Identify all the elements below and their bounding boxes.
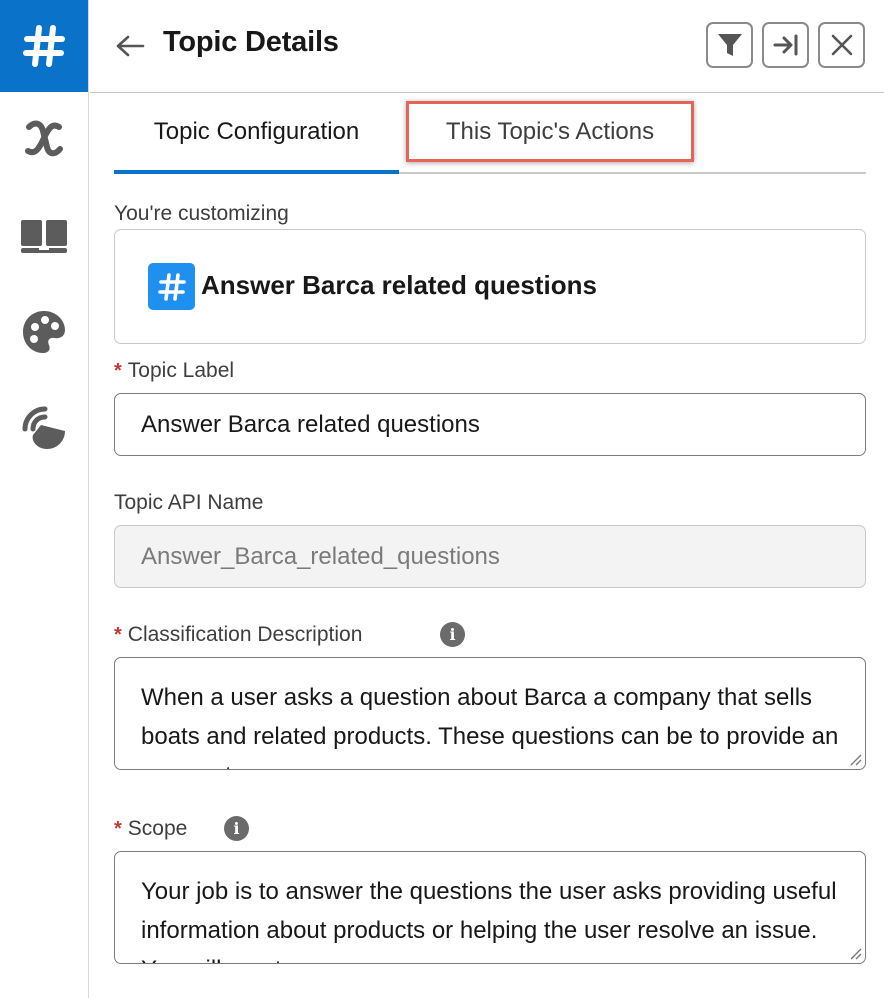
palette-icon — [23, 311, 65, 353]
classification-label-text: Classification Description — [127, 623, 363, 646]
left-rail — [0, 0, 89, 998]
classification-textarea[interactable]: When a user asks a question about Barca … — [114, 657, 866, 770]
scope-info-icon[interactable]: i — [224, 816, 249, 841]
topic-badge — [148, 263, 195, 310]
rail-variables-button[interactable] — [0, 92, 88, 184]
filter-icon — [717, 34, 742, 56]
rail-appearance-button[interactable] — [0, 286, 88, 378]
book-icon — [21, 220, 67, 253]
topic-label-label: * Topic Label — [114, 359, 234, 383]
tab-topic-configuration[interactable]: Topic Configuration — [114, 93, 399, 174]
panel-header: Topic Details — [90, 0, 884, 93]
api-name-label: Topic API Name — [114, 491, 264, 514]
close-icon — [831, 34, 852, 56]
rail-topics-button[interactable] — [0, 0, 88, 92]
topic-name: Answer Barca related questions — [201, 270, 597, 300]
panel-title: Topic Details — [163, 26, 339, 58]
variable-x-icon — [25, 120, 63, 157]
hash-icon — [157, 272, 186, 301]
scope-label-text: Scope — [127, 817, 188, 840]
topic-label-text: Topic Label — [127, 359, 235, 382]
connect-icon — [22, 406, 65, 449]
filter-button[interactable] — [706, 22, 753, 68]
scope-text: Your job is to answer the questions the … — [141, 878, 837, 963]
required-marker: * — [114, 624, 122, 646]
required-marker: * — [114, 360, 122, 382]
expand-icon — [773, 34, 797, 56]
expand-panel-button[interactable] — [762, 22, 809, 68]
resize-handle-icon[interactable] — [848, 752, 862, 766]
rail-library-button[interactable] — [0, 190, 88, 282]
customizing-card: Answer Barca related questions — [114, 229, 866, 344]
topic-label-input[interactable]: Answer Barca related questions — [114, 393, 866, 456]
api-name-input: Answer_Barca_related_questions — [114, 525, 866, 588]
rail-connections-button[interactable] — [0, 382, 88, 474]
required-marker: * — [114, 818, 122, 840]
tab-bar: Topic Configuration This Topic's Actions — [114, 93, 866, 174]
scope-textarea[interactable]: Your job is to answer the questions the … — [114, 851, 866, 964]
back-arrow-icon — [116, 35, 145, 57]
back-button[interactable] — [114, 30, 146, 62]
classification-info-icon[interactable]: i — [440, 622, 465, 647]
classification-label: * Classification Description — [114, 623, 362, 647]
hash-icon — [23, 25, 65, 67]
classification-text: When a user asks a question about Barca … — [141, 684, 839, 769]
customizing-label: You're customizing — [114, 202, 289, 225]
close-button[interactable] — [818, 22, 865, 68]
scope-label: * Scope — [114, 817, 187, 841]
resize-handle-icon[interactable] — [848, 946, 862, 960]
tab-topic-actions[interactable]: This Topic's Actions — [406, 101, 694, 162]
